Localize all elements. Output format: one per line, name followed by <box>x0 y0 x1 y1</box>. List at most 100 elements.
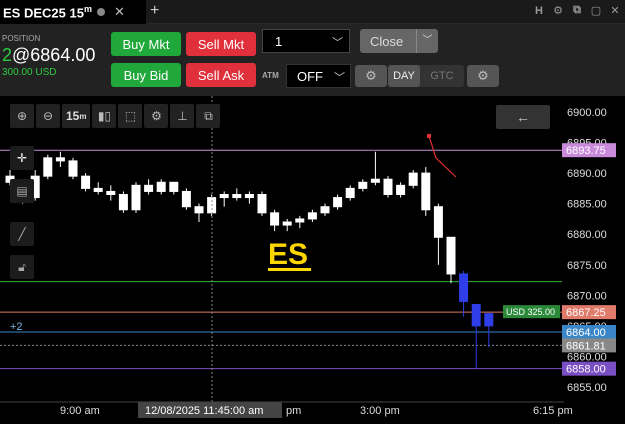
pnl-tag-label: USD 325.00 <box>506 307 555 317</box>
close-options-chevron-icon[interactable]: ﹀ <box>416 29 438 53</box>
tab-bar: ES DEC25 15m ✕ + H ⚙ ⧉ ▢ ✕ <box>0 0 625 24</box>
tif-toggle: DAY GTC <box>388 65 464 87</box>
chevron-down-icon: ﹀ <box>332 37 343 49</box>
candle-body <box>106 190 116 195</box>
sell-ask-button[interactable]: Sell Ask <box>186 63 256 87</box>
zoom-out-icon[interactable]: ⊖ <box>36 104 60 128</box>
candlestick-icon[interactable]: ▮▯ <box>92 104 117 128</box>
selection-icon[interactable]: ⬚ <box>118 104 143 128</box>
candle-body <box>43 157 53 177</box>
h-icon[interactable]: H <box>533 5 545 17</box>
templates-icon[interactable]: ⧉ <box>196 104 221 128</box>
y-tick-label: 6880.00 <box>567 229 607 241</box>
x-label-2: pm <box>286 405 301 417</box>
candle-body <box>244 194 254 199</box>
candle-body <box>156 181 166 192</box>
quantity-value: 1 <box>275 33 283 49</box>
indicators-icon[interactable]: ⊥ <box>170 104 195 128</box>
candle-body <box>169 181 179 192</box>
window-tools: H ⚙ ⧉ ▢ ✕ <box>533 4 621 17</box>
candle-body <box>181 190 191 208</box>
close-window-icon[interactable]: ✕ <box>609 4 621 17</box>
link-icon[interactable]: ⧉ <box>571 4 583 17</box>
candle-body <box>446 236 456 275</box>
candle-body <box>257 194 267 214</box>
red-drawing-line[interactable] <box>428 135 457 178</box>
crosshair-icon[interactable]: ✛ <box>10 146 34 170</box>
candle-body <box>131 184 141 211</box>
position-qty: 2 <box>2 45 13 65</box>
x-label-3: 3:00 pm <box>360 405 400 417</box>
price-line-label: 6864.00 <box>566 327 606 339</box>
candle-body <box>408 172 418 186</box>
candle-body <box>370 178 380 183</box>
y-tick-label: 6885.00 <box>567 199 607 211</box>
price-chart[interactable]: ES +2 6900.006895.006890.006885.006880.0… <box>0 96 625 424</box>
atm-label: ATM <box>262 71 279 80</box>
sell-mkt-button[interactable]: Sell Mkt <box>186 32 256 56</box>
candle-body <box>421 172 431 211</box>
position-marker: +2 <box>10 321 23 333</box>
object-list-icon[interactable]: ▤ <box>10 179 34 203</box>
tif-day-button[interactable]: DAY <box>388 65 420 87</box>
buy-bid-button[interactable]: Buy Bid <box>111 63 181 87</box>
candle-body <box>459 273 469 302</box>
price-line-label: 6893.75 <box>566 145 606 157</box>
zoom-in-icon[interactable]: ⊕ <box>10 104 34 128</box>
drawing-anchor[interactable] <box>427 134 431 138</box>
candle-body <box>270 212 280 226</box>
tif-settings-gear-icon[interactable]: ⚙ <box>467 65 499 87</box>
x-label-4: 6:15 pm <box>533 405 573 417</box>
price-line-label: 6867.25 <box>566 307 606 319</box>
y-tick-label: 6855.00 <box>567 382 607 394</box>
quantity-select[interactable]: 1 ﹀ <box>262 29 350 53</box>
tab-close-icon[interactable]: ✕ <box>114 4 125 20</box>
atm-value: OFF <box>297 68 323 84</box>
lock-icon[interactable]: 🔓︎ <box>10 255 34 279</box>
candle-body <box>282 221 292 226</box>
tab-status-dot <box>96 8 105 16</box>
settings-gear-icon[interactable]: ⚙ <box>144 104 169 128</box>
price-line-label: 6858.00 <box>566 364 606 376</box>
candle-body <box>68 160 78 177</box>
price-line-label: 6861.81 <box>566 340 606 352</box>
candle-body <box>307 212 317 220</box>
atm-settings-gear-icon[interactable]: ⚙ <box>355 65 387 87</box>
candle-body <box>93 187 103 192</box>
atm-select[interactable]: OFF ﹀ <box>286 64 351 88</box>
candle-body <box>396 184 406 196</box>
line-tool-icon[interactable]: ╱ <box>10 222 34 246</box>
candle-body <box>333 197 343 208</box>
crosshair-time-label: 12/08/2025 11:45:00 am <box>145 405 263 417</box>
scroll-back-arrow-icon[interactable]: ← <box>496 105 550 129</box>
candle-body <box>81 175 91 189</box>
y-tick-label: 6860.00 <box>567 351 607 363</box>
window-icon[interactable]: ▢ <box>590 4 602 17</box>
position-price: @6864.00 <box>12 45 96 65</box>
add-tab-icon[interactable]: + <box>150 2 159 20</box>
candle-body <box>433 206 443 238</box>
candle-body <box>320 206 330 214</box>
position-pnl: 300.00 USD <box>2 67 57 78</box>
candle-body <box>232 194 242 199</box>
candle-body <box>345 187 355 199</box>
chart-tab[interactable]: ES DEC25 15m ✕ <box>0 0 146 24</box>
y-tick-label: 6875.00 <box>567 260 607 272</box>
chevron-down-icon: ﹀ <box>334 72 345 84</box>
timeframe-button[interactable]: 15 m <box>62 104 91 128</box>
close-position-button[interactable]: Close ﹀ <box>360 29 438 53</box>
order-panel: POSITION 2@6864.00 300.00 USD Buy Mkt Se… <box>0 24 625 96</box>
y-tick-label: 6870.00 <box>567 290 607 302</box>
gear-icon[interactable]: ⚙ <box>552 4 564 17</box>
candle-body <box>471 304 481 327</box>
candle-body <box>144 184 154 192</box>
candle-body <box>383 178 393 195</box>
close-label: Close <box>370 33 404 49</box>
chart-canvas[interactable]: ES +2 6900.006895.006890.006885.006880.0… <box>0 96 625 424</box>
tif-gtc-button[interactable]: GTC <box>420 65 464 87</box>
y-tick-label: 6890.00 <box>567 168 607 180</box>
position-value: 2@6864.00 <box>2 45 95 66</box>
buy-mkt-button[interactable]: Buy Mkt <box>111 32 181 56</box>
candle-body <box>484 313 494 327</box>
candle-body <box>194 206 204 214</box>
